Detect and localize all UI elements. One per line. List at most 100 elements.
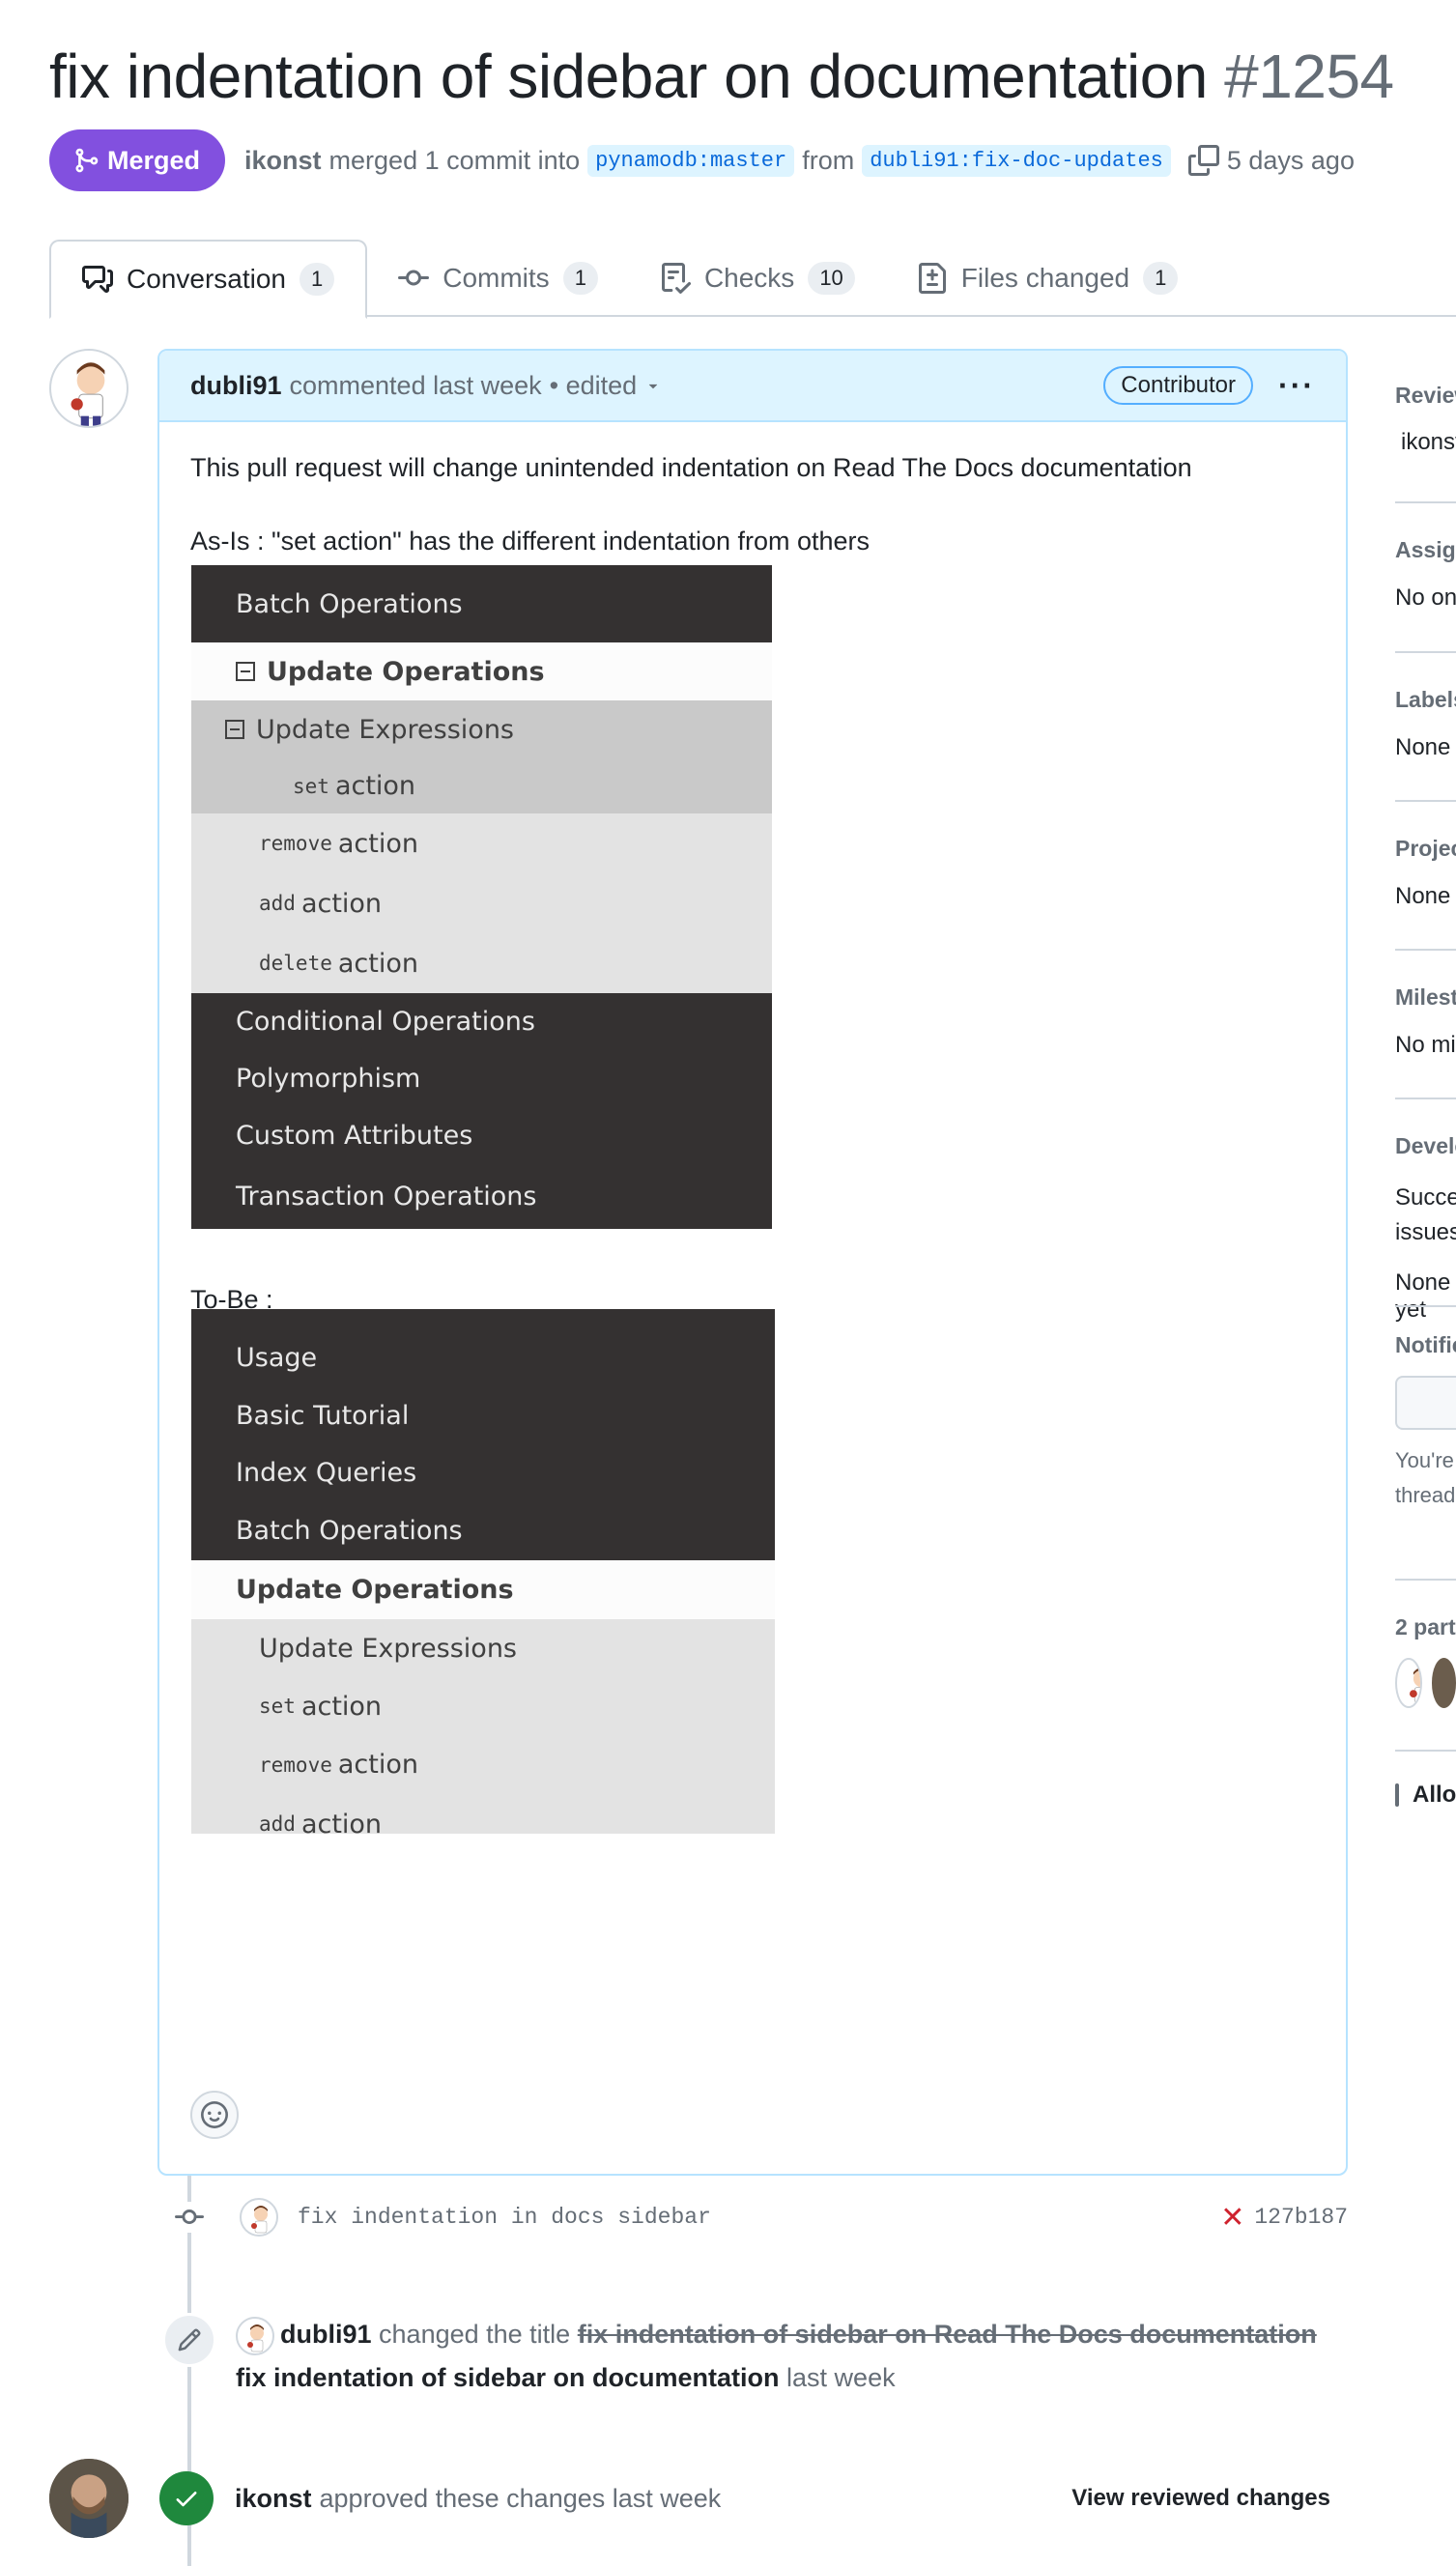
approval-text: approved these changes last week — [319, 2483, 722, 2513]
copy-icon[interactable] — [1187, 145, 1219, 176]
rename-time[interactable]: last week — [786, 2363, 896, 2392]
tab-checks[interactable]: Checks 10 — [629, 240, 886, 317]
approver[interactable]: ikonst — [235, 2484, 312, 2514]
tab-conversation[interactable]: Conversation 1 — [49, 240, 368, 319]
sidebar-divider — [1395, 949, 1456, 951]
sidebar-labels[interactable]: Labels None yet — [1395, 687, 1456, 761]
checklist-icon — [661, 263, 691, 294]
comment-time[interactable]: commented last week — [290, 371, 542, 401]
sidebar-notifications-text: You're receiving notifications because y… — [1395, 1448, 1456, 1507]
x-icon[interactable]: ✕ — [1220, 2201, 1244, 2235]
rename-author[interactable]: dubli91 — [280, 2320, 372, 2349]
reviewer-avatar[interactable] — [49, 2459, 128, 2538]
subscribe-button[interactable] — [1395, 1376, 1456, 1430]
commenter-avatar[interactable] — [49, 349, 128, 428]
docs-nav-item: add action — [191, 873, 772, 933]
sidebar-development-head[interactable]: Development — [1395, 1133, 1456, 1159]
docs-nav-item: add action — [191, 1794, 775, 1834]
allow-edits-checkbox[interactable] — [1395, 1783, 1399, 1807]
nav-item-label: action — [337, 1750, 418, 1780]
comment-author[interactable]: dubli91 — [190, 371, 282, 401]
sidebar-development[interactable]: Development Successfully merging this pu… — [1395, 1133, 1456, 1324]
sidebar-labels-head[interactable]: Labels — [1395, 687, 1456, 713]
sidebar-milestone[interactable]: Milestone No milestone — [1395, 984, 1456, 1059]
comment-header: dubli91 commented last week • edited Con… — [159, 351, 1346, 422]
participant-avatar[interactable] — [1431, 1658, 1456, 1708]
sidebar-divider — [1395, 1750, 1456, 1752]
edited-dropdown[interactable]: • edited — [550, 371, 638, 401]
tab-checks-count: 10 — [808, 262, 855, 295]
sidebar-participants: 2 participants — [1395, 1614, 1456, 1708]
pr-number: #1254 — [1224, 42, 1394, 111]
sidebar-assignees-head[interactable]: Assignees — [1395, 537, 1456, 563]
nav-item-label: Update Expressions — [259, 1633, 517, 1664]
head-branch[interactable]: dubli91:fix-doc-updates — [862, 144, 1171, 177]
add-reaction-button[interactable] — [190, 2091, 239, 2139]
pr-title: fix indentation of sidebar on documentat… — [49, 41, 1394, 112]
sidebar-divider — [1395, 1098, 1456, 1099]
base-branch[interactable]: pynamodb:master — [587, 144, 795, 177]
docs-nav-item: Update Expressions — [191, 700, 772, 758]
sidebar-projects[interactable]: Projects None yet — [1395, 836, 1456, 910]
caret-down-icon[interactable] — [644, 377, 662, 394]
rename-event: dubli91 changed the title fix indentatio… — [162, 2313, 1351, 2400]
merge-icon — [75, 148, 99, 173]
nav-item-code: add — [259, 892, 296, 915]
participant-avatar[interactable] — [1395, 1658, 1422, 1708]
tab-commits-count: 1 — [562, 262, 598, 295]
tab-files-changed-label: Files changed — [960, 263, 1130, 293]
sidebar-participants-head: 2 participants — [1395, 1614, 1456, 1639]
docs-nav-item: remove action — [191, 1735, 775, 1794]
docs-nav-item: Custom Attributes — [191, 1107, 772, 1163]
sidebar-divider — [1395, 501, 1456, 503]
commit-author-avatar[interactable] — [240, 2198, 278, 2237]
sidebar-reviewers[interactable]: Reviewers ikonst — [1395, 383, 1456, 461]
docs-nav-item: Batch Operations — [191, 1500, 775, 1560]
nav-item-code: remove — [259, 832, 332, 855]
kebab-menu-icon[interactable]: ··· — [1278, 368, 1315, 404]
sidebar-reviewers-head[interactable]: Reviewers — [1395, 383, 1456, 409]
docs-nav-item: remove action — [191, 813, 772, 873]
merge-text: merged 1 commit into — [328, 145, 581, 175]
sidebar-assignees[interactable]: Assignees No one — [1395, 537, 1456, 612]
commit-sha[interactable]: 127b187 — [1254, 2205, 1348, 2230]
nav-item-label: Batch Operations — [236, 1515, 463, 1546]
tab-commits-label: Commits — [443, 263, 550, 293]
nav-item-code: set — [293, 774, 329, 798]
rename-action: changed the title — [379, 2320, 571, 2349]
sidebar-projects-head[interactable]: Projects — [1395, 836, 1456, 862]
merged-label: Merged — [107, 145, 201, 175]
commit-event: fix indentation in docs sidebar ✕ 127b18… — [174, 2193, 1348, 2241]
sidebar-divider — [1395, 1579, 1456, 1581]
nav-item-label: Usage — [236, 1342, 318, 1373]
sidebar-reviewer-name[interactable]: ikonst — [1401, 429, 1456, 456]
docs-nav-item: Update Expressions — [191, 1619, 775, 1677]
comment-text: This pull request will change unintended… — [190, 453, 1192, 482]
sidebar-milestone-value: No milestone — [1395, 1032, 1456, 1058]
sidebar-allow-edits[interactable]: Allow edits — [1395, 1782, 1456, 1809]
docs-nav-item: Basic Tutorial — [191, 1386, 775, 1444]
sidebar-development-value: Successfully merging this pull request m… — [1395, 1184, 1456, 1245]
sidebar-milestone-head[interactable]: Milestone — [1395, 984, 1456, 1011]
merger-link[interactable]: ikonst — [244, 146, 322, 176]
to-be-screenshot: Usage Basic Tutorial Index Queries Batch Op… — [191, 1309, 775, 1834]
nav-item-label: Batch Operations — [236, 588, 463, 619]
view-reviewed-changes-button[interactable]: View reviewed changes — [1071, 2485, 1330, 2512]
commit-message[interactable]: fix indentation in docs sidebar — [298, 2205, 711, 2230]
sidebar-divider — [1395, 651, 1456, 653]
tab-files-changed[interactable]: Files changed 1 — [886, 240, 1210, 317]
sidebar-divider — [1395, 1305, 1456, 1307]
nav-item-label: action — [334, 771, 416, 801]
sidebar-assignees-value: No one — [1395, 584, 1456, 611]
rename-author-avatar[interactable] — [236, 2316, 274, 2355]
git-commit-icon — [174, 2202, 205, 2233]
tab-commits[interactable]: Commits 1 — [367, 240, 629, 317]
comment-body: This pull request will change unintended… — [159, 422, 1346, 1314]
tab-conversation-label: Conversation — [127, 264, 286, 294]
avatar-illustration-icon — [71, 362, 105, 426]
tab-conversation-count: 1 — [299, 263, 335, 296]
pr-tabs: Conversation 1 Commits 1 Checks 10 Files… — [49, 240, 1456, 319]
as-is-screenshot: Batch Operations Update Operations Update … — [191, 565, 772, 1229]
nav-item-label: Transaction Operations — [236, 1181, 537, 1212]
commit-status: ✕ 127b187 — [1220, 2201, 1348, 2235]
